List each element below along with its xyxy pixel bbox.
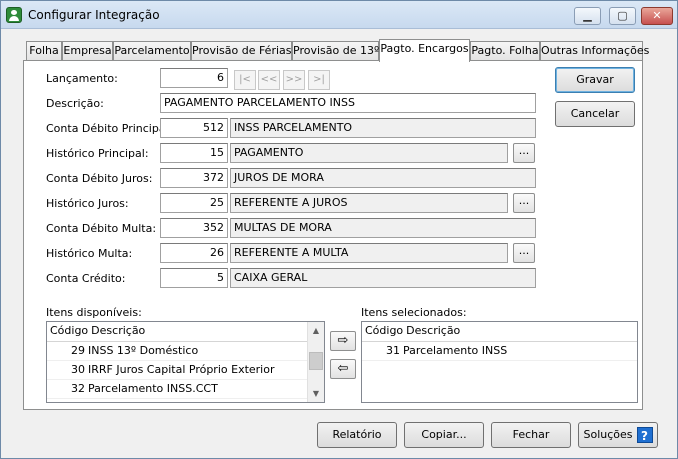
lancamento-label: Lançamento: xyxy=(46,72,118,85)
window-title: Configurar Integração xyxy=(28,8,160,22)
item-desc: IRRF Juros Capital Próprio Exterior xyxy=(88,363,275,376)
item-desc: Parcelamento INSS.CCT xyxy=(88,382,218,395)
scroll-thumb[interactable] xyxy=(309,352,323,370)
historico-juros-code-field[interactable]: 25 xyxy=(160,193,228,213)
minimize-button[interactable]: ▁ xyxy=(574,7,601,25)
first-record-button[interactable]: |< xyxy=(234,70,256,90)
header-descricao[interactable]: Descrição xyxy=(406,324,460,337)
conta-debito-juros-label: Conta Débito Juros: xyxy=(46,172,153,185)
conta-debito-juros-desc: JUROS DE MORA xyxy=(230,168,536,188)
list-item[interactable]: 29 INSS 13º Doméstico xyxy=(47,342,324,361)
item-code: 30 xyxy=(71,363,85,376)
remove-item-button[interactable]: ⇦ xyxy=(330,359,356,379)
help-icon: ? xyxy=(636,427,653,443)
solucoes-button[interactable]: Soluções? xyxy=(578,422,658,448)
cancelar-button[interactable]: Cancelar xyxy=(555,101,635,127)
historico-multa-code-field[interactable]: 26 xyxy=(160,243,228,263)
tab-pagto-encargos[interactable]: Pagto. Encargos xyxy=(379,39,470,62)
fechar-button[interactable]: Fechar xyxy=(491,422,571,448)
historico-principal-label: Histórico Principal: xyxy=(46,147,149,160)
historico-multa-label: Histórico Multa: xyxy=(46,247,133,260)
list-item[interactable]: 31 Parcelamento INSS xyxy=(362,342,637,361)
title-bar: Configurar Integração ▁ ▢ ✕ xyxy=(1,1,677,29)
conta-credito-desc: CAIXA GERAL xyxy=(230,268,536,288)
tab-parcelamento[interactable]: Parcelamento xyxy=(113,41,191,61)
item-desc: Parcelamento INSS xyxy=(403,344,508,357)
conta-credito-label: Conta Crédito: xyxy=(46,272,126,285)
configurar-integracao-window: Configurar Integração ▁ ▢ ✕ Folha Empres… xyxy=(0,0,678,459)
descricao-label: Descrição: xyxy=(46,97,104,110)
list-item[interactable]: 30 IRRF Juros Capital Próprio Exterior xyxy=(47,361,324,380)
close-button[interactable]: ✕ xyxy=(641,7,673,25)
itens-selecionados-header: Código Descrição xyxy=(362,322,637,342)
tab-provisao-13[interactable]: Provisão de 13º xyxy=(292,41,379,61)
header-codigo[interactable]: Código xyxy=(365,324,403,337)
conta-debito-multa-label: Conta Débito Multa: xyxy=(46,222,157,235)
conta-debito-multa-desc: MULTAS DE MORA xyxy=(230,218,536,238)
item-code: 31 xyxy=(386,344,400,357)
solucoes-label: Soluções xyxy=(583,428,633,441)
conta-debito-principal-code-field[interactable]: 512 xyxy=(160,118,228,138)
tab-panel-pagto-encargos: Lançamento: 6 |< << >> >| Descrição: PAG… xyxy=(23,60,643,410)
conta-debito-principal-desc: INSS PARCELAMENTO xyxy=(230,118,536,138)
historico-multa-lookup-button[interactable]: ... xyxy=(513,243,535,263)
itens-disponiveis-header: Código Descrição xyxy=(47,322,324,342)
historico-juros-label: Histórico Juros: xyxy=(46,197,129,210)
header-descricao[interactable]: Descrição xyxy=(91,324,145,337)
last-record-button[interactable]: >| xyxy=(308,70,330,90)
conta-debito-principal-label: Conta Débito Principal: xyxy=(46,122,173,135)
copiar-button[interactable]: Copiar... xyxy=(404,422,484,448)
next-record-button[interactable]: >> xyxy=(283,70,305,90)
itens-selecionados-label: Itens selecionados: xyxy=(361,306,467,319)
previous-record-button[interactable]: << xyxy=(258,70,280,90)
itens-disponiveis-label: Itens disponíveis: xyxy=(46,306,142,319)
tab-pagto-folha[interactable]: Pagto. Folha xyxy=(470,41,540,61)
tab-folha[interactable]: Folha xyxy=(26,41,62,61)
item-desc: INSS 13º Doméstico xyxy=(88,344,199,357)
gravar-button[interactable]: Gravar xyxy=(555,67,635,93)
historico-multa-desc: REFERENTE A MULTA xyxy=(230,243,508,263)
item-code: 32 xyxy=(71,382,85,395)
add-item-button[interactable]: ⇨ xyxy=(330,331,356,351)
conta-credito-code-field[interactable]: 5 xyxy=(160,268,228,288)
scroll-down-icon[interactable]: ▼ xyxy=(308,385,324,402)
historico-juros-lookup-button[interactable]: ... xyxy=(513,193,535,213)
scroll-up-icon[interactable]: ▲ xyxy=(308,322,324,339)
maximize-button[interactable]: ▢ xyxy=(609,7,636,25)
app-user-icon xyxy=(6,7,22,23)
historico-principal-desc: PAGAMENTO xyxy=(230,143,508,163)
relatorio-button[interactable]: Relatório xyxy=(317,422,397,448)
historico-juros-desc: REFERENTE A JUROS xyxy=(230,193,508,213)
tab-outras-informacoes[interactable]: Outras Informações xyxy=(540,41,649,61)
item-code: 29 xyxy=(71,344,85,357)
itens-selecionados-list[interactable]: Código Descrição 31 Parcelamento INSS xyxy=(361,321,638,403)
itens-disponiveis-scrollbar[interactable]: ▲ ▼ xyxy=(307,322,324,402)
historico-principal-code-field[interactable]: 15 xyxy=(160,143,228,163)
conta-debito-multa-code-field[interactable]: 352 xyxy=(160,218,228,238)
list-item[interactable]: 32 Parcelamento INSS.CCT xyxy=(47,380,324,399)
tab-empresa[interactable]: Empresa xyxy=(62,41,113,61)
historico-principal-lookup-button[interactable]: ... xyxy=(513,143,535,163)
itens-disponiveis-list[interactable]: Código Descrição 29 INSS 13º Doméstico 30… xyxy=(46,321,325,403)
lancamento-field[interactable]: 6 xyxy=(160,68,228,88)
header-codigo[interactable]: Código xyxy=(50,324,88,337)
conta-debito-juros-code-field[interactable]: 372 xyxy=(160,168,228,188)
tab-provisao-ferias[interactable]: Provisão de Férias xyxy=(191,41,292,61)
descricao-field[interactable]: PAGAMENTO PARCELAMENTO INSS xyxy=(160,93,536,113)
